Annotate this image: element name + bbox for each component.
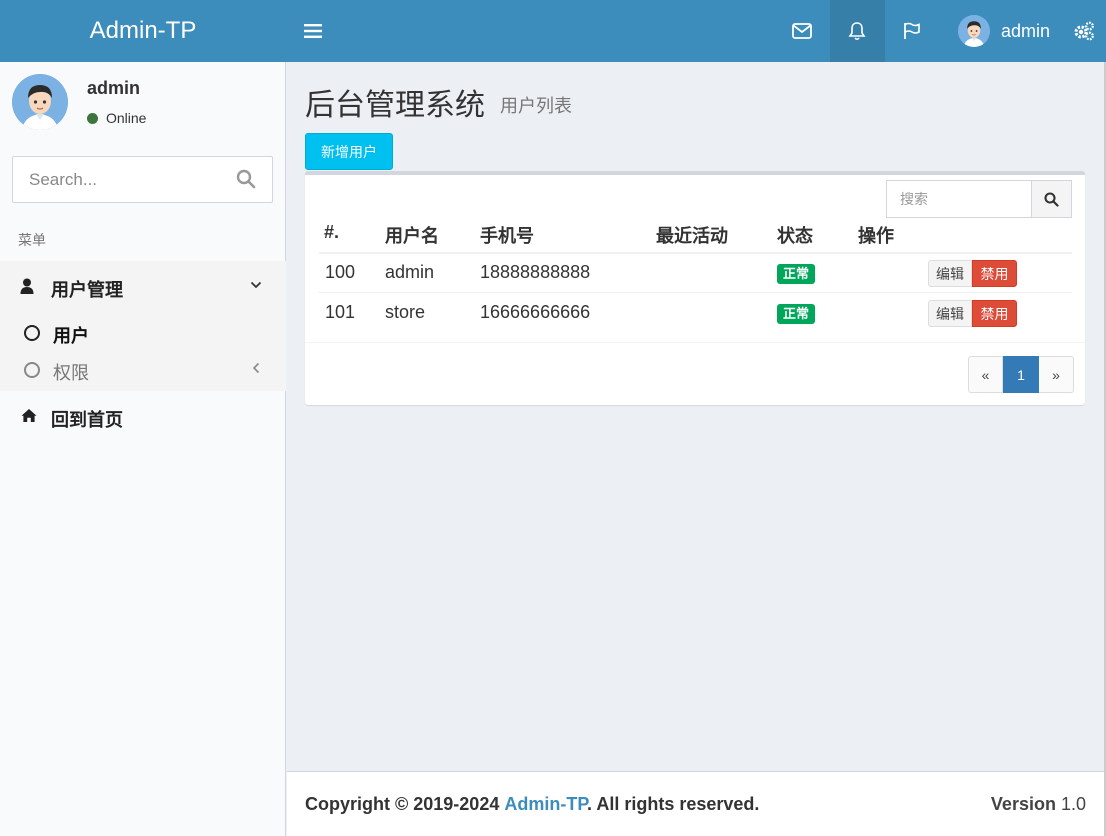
add-user-button[interactable]: 新增用户 [305,133,393,170]
sidebar-user-name: admin [87,78,141,98]
sidebar-search-input[interactable] [13,157,213,202]
row-actions: 编辑 禁用 [928,300,1017,327]
disable-button[interactable]: 禁用 [972,260,1017,287]
edit-button[interactable]: 编辑 [928,300,972,327]
column-header: 用户名 [385,226,439,246]
edit-button[interactable]: 编辑 [928,260,972,287]
user-panel: admin Online [12,74,272,134]
pagination-next[interactable]: » [1039,356,1074,393]
cell-phone: 16666666666 [480,302,591,322]
column-header: 操作 [858,226,894,246]
table-search [886,180,1072,218]
user-status: Online [87,110,146,126]
table-row: 101 store 16666666666 正常 编辑 禁用 [319,293,1072,333]
table-search-input[interactable] [886,180,1032,218]
column-header: 最近活动 [656,226,728,246]
menu-icon [304,24,322,38]
navbar-right: admin [775,0,1106,62]
search-icon [236,169,256,189]
user-list-box: #. 用户名 手机号 最近活动 状态 操作 100 admin 18888888… [305,171,1085,405]
column-header: 状态 [777,226,813,246]
table-search-button[interactable] [1032,180,1072,218]
chevron-down-icon [250,281,262,289]
copyright-text: Copyright © 2019-2024 [305,794,500,814]
circle-icon [24,362,40,378]
cell-username: admin [385,262,435,282]
table-header: #. 用户名 手机号 最近活动 状态 操作 [319,218,1072,253]
menu-item-label: 权限 [53,363,89,383]
sidebar-search [12,156,273,203]
menu-header: 菜单 [18,232,46,248]
user-menu[interactable]: admin [940,0,1062,62]
page-title: 后台管理系统 [305,89,485,122]
menu-item-label: 回到首页 [51,410,123,430]
menu-group-user-management: 用户管理 用户 权限 [0,261,286,391]
header-user-name: admin [1000,20,1050,41]
status-badge: 正常 [777,264,816,284]
menu-item-label: 用户管理 [51,280,123,300]
version-number: 1.0 [1060,794,1086,814]
envelope-icon [792,23,813,39]
search-icon [1044,191,1059,207]
version-label: Version [990,794,1056,814]
gears-icon [1074,21,1094,41]
pagination: « 1 » [968,356,1074,393]
divider [305,342,1085,343]
user-icon [20,278,34,294]
sidebar-search-button[interactable] [236,169,258,191]
disable-button[interactable]: 禁用 [972,300,1017,327]
main-header: Admin-TP admin [0,0,1106,62]
tasks-button[interactable] [885,0,940,62]
version: Version 1.0 [991,794,1086,815]
user-status-label: Online [106,110,147,126]
avatar [957,15,990,47]
home-icon [21,409,37,422]
row-actions: 编辑 禁用 [928,260,1017,287]
sidebar: admin Online 菜单 用户管理 用户 权限 回到首页 [0,62,286,836]
page-subtitle: 用户列表 [500,96,572,116]
avatar [12,74,68,130]
cell-id: 100 [325,262,356,282]
flag-icon [904,22,921,39]
menu-item-permissions[interactable]: 权限 [0,352,286,388]
copyright: Copyright © 2019-2024 Admin-TP. All righ… [305,794,759,815]
cell-username: store [385,302,426,322]
notifications-button[interactable] [829,0,885,62]
cell-phone: 18888888888 [480,262,591,282]
rights-text: . All rights reserved. [587,794,760,814]
column-header: #. [324,222,340,242]
settings-button[interactable] [1062,0,1106,62]
circle-icon [24,325,40,341]
sidebar-toggle-button[interactable] [298,16,328,46]
online-dot-icon [87,112,98,124]
column-header: 手机号 [480,226,534,246]
main-footer: Copyright © 2019-2024 Admin-TP. All righ… [287,771,1106,836]
cell-id: 101 [325,302,356,322]
chevron-left-icon [252,362,260,374]
menu-item-users[interactable]: 用户 [0,315,286,351]
brand-link[interactable]: Admin-TP [504,794,587,814]
menu-item-home[interactable]: 回到首页 [0,400,286,436]
pagination-prev[interactable]: « [968,356,1003,393]
pagination-page[interactable]: 1 [1003,356,1039,393]
bell-icon [848,22,866,41]
table-row: 100 admin 18888888888 正常 编辑 禁用 [319,253,1072,293]
messages-button[interactable] [775,0,830,62]
menu-item-label: 用户 [53,326,89,346]
status-badge: 正常 [777,304,816,324]
menu-item-user-management[interactable]: 用户管理 [0,261,286,313]
logo[interactable]: Admin-TP [0,0,286,62]
